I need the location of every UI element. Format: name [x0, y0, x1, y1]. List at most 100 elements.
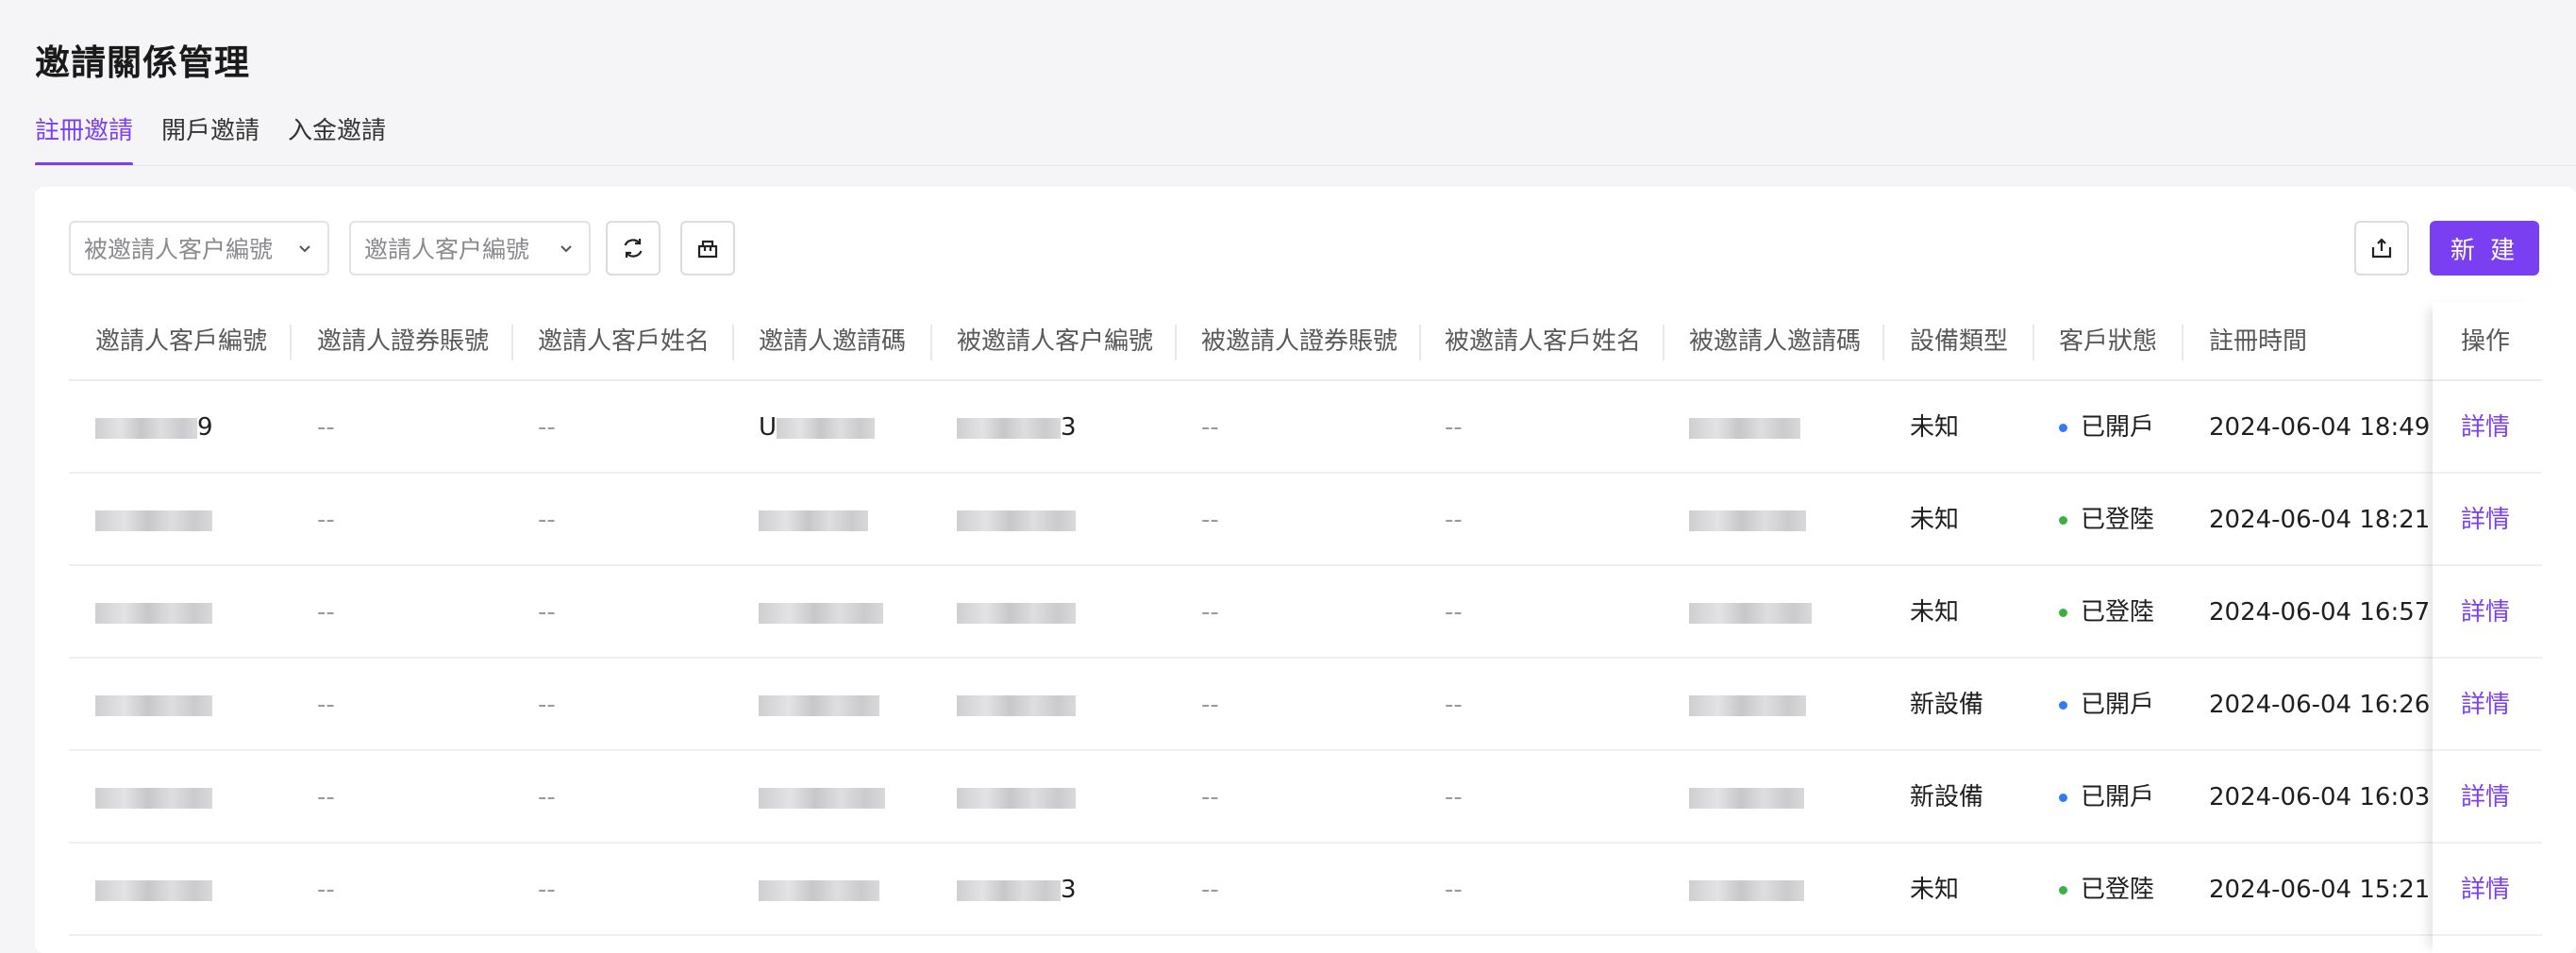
redacted-block [759, 879, 879, 901]
invitee-customer-no: 3 [957, 844, 1077, 936]
inviter-account: -- [317, 691, 335, 719]
refresh-icon [624, 239, 643, 258]
device-type: 新設備 [1910, 783, 1984, 811]
inviter-code-prefix: U [759, 413, 778, 442]
content-card: 被邀請人客户編號 邀請人客户編號 新 建 邀請人客戶編號 邀請人證券賬號 邀請人… [35, 187, 2576, 953]
column-separator [1175, 325, 1177, 360]
redacted-block [957, 510, 1076, 531]
column-separator [930, 325, 932, 360]
inviter-name: -- [538, 598, 556, 627]
inviter-account: -- [317, 413, 335, 442]
tab-register-invite[interactable]: 註冊邀請 [35, 106, 134, 166]
col-actions: 操作 [2433, 302, 2542, 381]
invitee-name: -- [1445, 783, 1463, 811]
redacted-block [957, 602, 1076, 624]
invitee-code [1689, 474, 1806, 566]
inviter-name: -- [538, 506, 556, 534]
column-separator [732, 325, 734, 360]
status-dot-icon [2059, 701, 2067, 710]
invitee-customer-filter[interactable]: 被邀請人客户編號 [69, 221, 329, 276]
inviter-name: -- [538, 876, 556, 904]
invitee-account: -- [1201, 783, 1219, 811]
inviter-code [759, 566, 883, 659]
detail-link[interactable]: 詳情 [2433, 751, 2542, 844]
redacted-block [1689, 787, 1804, 809]
redacted-block [95, 602, 212, 624]
redacted-block [95, 417, 197, 439]
new-button[interactable]: 新 建 [2430, 221, 2539, 276]
col-inviter-name: 邀請人客戶姓名 [538, 327, 711, 356]
invitee-account: -- [1201, 506, 1219, 534]
redacted-block [759, 787, 885, 809]
detail-link[interactable]: 詳情 [2433, 381, 2542, 474]
table-row: -- -- 3 -- -- 未知 已登陸 2024-06-04 15:21:2 [69, 844, 2541, 936]
inviter-code [759, 751, 885, 844]
invitee-name: -- [1445, 506, 1463, 534]
tab-account-invite[interactable]: 開戶邀請 [161, 106, 259, 166]
inviter-name: -- [538, 691, 556, 719]
invitee-name: -- [1445, 413, 1463, 442]
invitee-account: -- [1201, 876, 1219, 904]
status-dot-icon [2059, 609, 2067, 617]
register-time: 2024-06-04 16:26:5 [2209, 691, 2435, 719]
refresh-button[interactable] [606, 221, 661, 276]
redacted-block [1689, 879, 1804, 901]
table-row: -- -- -- -- 新設備 已開戶 2024-06-04 16:26:5 [69, 659, 2541, 751]
invitee-account: -- [1201, 598, 1219, 627]
redacted-block [95, 879, 212, 901]
redacted-block [1689, 602, 1812, 624]
chevron-down-icon [560, 245, 572, 253]
invitee-name: -- [1445, 598, 1463, 627]
invitee-name: -- [1445, 876, 1463, 904]
redacted-block [759, 694, 879, 716]
export-button[interactable] [2354, 221, 2409, 276]
column-separator [1419, 325, 1421, 360]
inviter-customer-filter-placeholder: 邀請人客户編號 [364, 236, 530, 263]
detail-link[interactable]: 詳情 [2433, 844, 2542, 936]
invitee-code [1689, 659, 1806, 751]
status-label: 已開戶 [2081, 783, 2155, 811]
customer-status: 已開戶 [2059, 659, 2154, 751]
customer-status: 已登陸 [2059, 474, 2154, 566]
status-label: 已開戶 [2081, 413, 2155, 442]
col-inviter-code: 邀請人邀請碼 [759, 327, 907, 356]
detail-link[interactable]: 詳情 [2433, 566, 2542, 659]
inviter-code [759, 844, 879, 936]
tab-deposit-invite[interactable]: 入金邀請 [288, 106, 386, 166]
invitee-customer-no-suffix: 3 [1061, 413, 1077, 442]
tabs-divider [35, 165, 2576, 166]
column-separator [511, 325, 513, 360]
clear-icon [697, 240, 718, 259]
column-separator [2182, 325, 2183, 360]
invitee-customer-no-suffix: 3 [1061, 876, 1077, 904]
inviter-customer-filter[interactable]: 邀請人客户編號 [349, 221, 591, 276]
table-row: -- -- -- -- 未知 已登陸 2024-06-04 18:21:0 [69, 474, 2541, 566]
status-dot-icon [2059, 424, 2067, 432]
inviter-name: -- [538, 413, 556, 442]
invitee-name: -- [1445, 691, 1463, 719]
inviter-account: -- [317, 783, 335, 811]
device-type: 未知 [1910, 413, 1960, 442]
redacted-block [957, 694, 1076, 716]
redacted-block [957, 787, 1076, 809]
table-row: -- -- -- -- 未知 已登陸 2024-06-04 16:57:2 [69, 566, 2541, 659]
redacted-block [1689, 510, 1806, 531]
inviter-code [759, 659, 879, 751]
invitee-customer-no [957, 751, 1076, 844]
export-icon [2371, 238, 2392, 259]
status-label: 已登陸 [2081, 598, 2155, 627]
column-separator [290, 325, 292, 360]
redacted-block [777, 417, 876, 439]
device-type: 未知 [1910, 876, 1960, 904]
invitee-code [1689, 844, 1804, 936]
col-invitee-code: 被邀請人邀請碼 [1689, 327, 1862, 356]
invitee-code [1689, 566, 1812, 659]
register-time: 2024-06-04 15:21:2 [2209, 876, 2435, 904]
inviter-customer-no-suffix: 9 [197, 413, 213, 442]
detail-link[interactable]: 詳情 [2433, 474, 2542, 566]
redacted-block [759, 510, 868, 531]
detail-link[interactable]: 詳情 [2433, 659, 2542, 751]
invitee-customer-no [957, 566, 1076, 659]
status-dot-icon [2059, 886, 2067, 894]
clear-filter-button[interactable] [680, 221, 735, 276]
